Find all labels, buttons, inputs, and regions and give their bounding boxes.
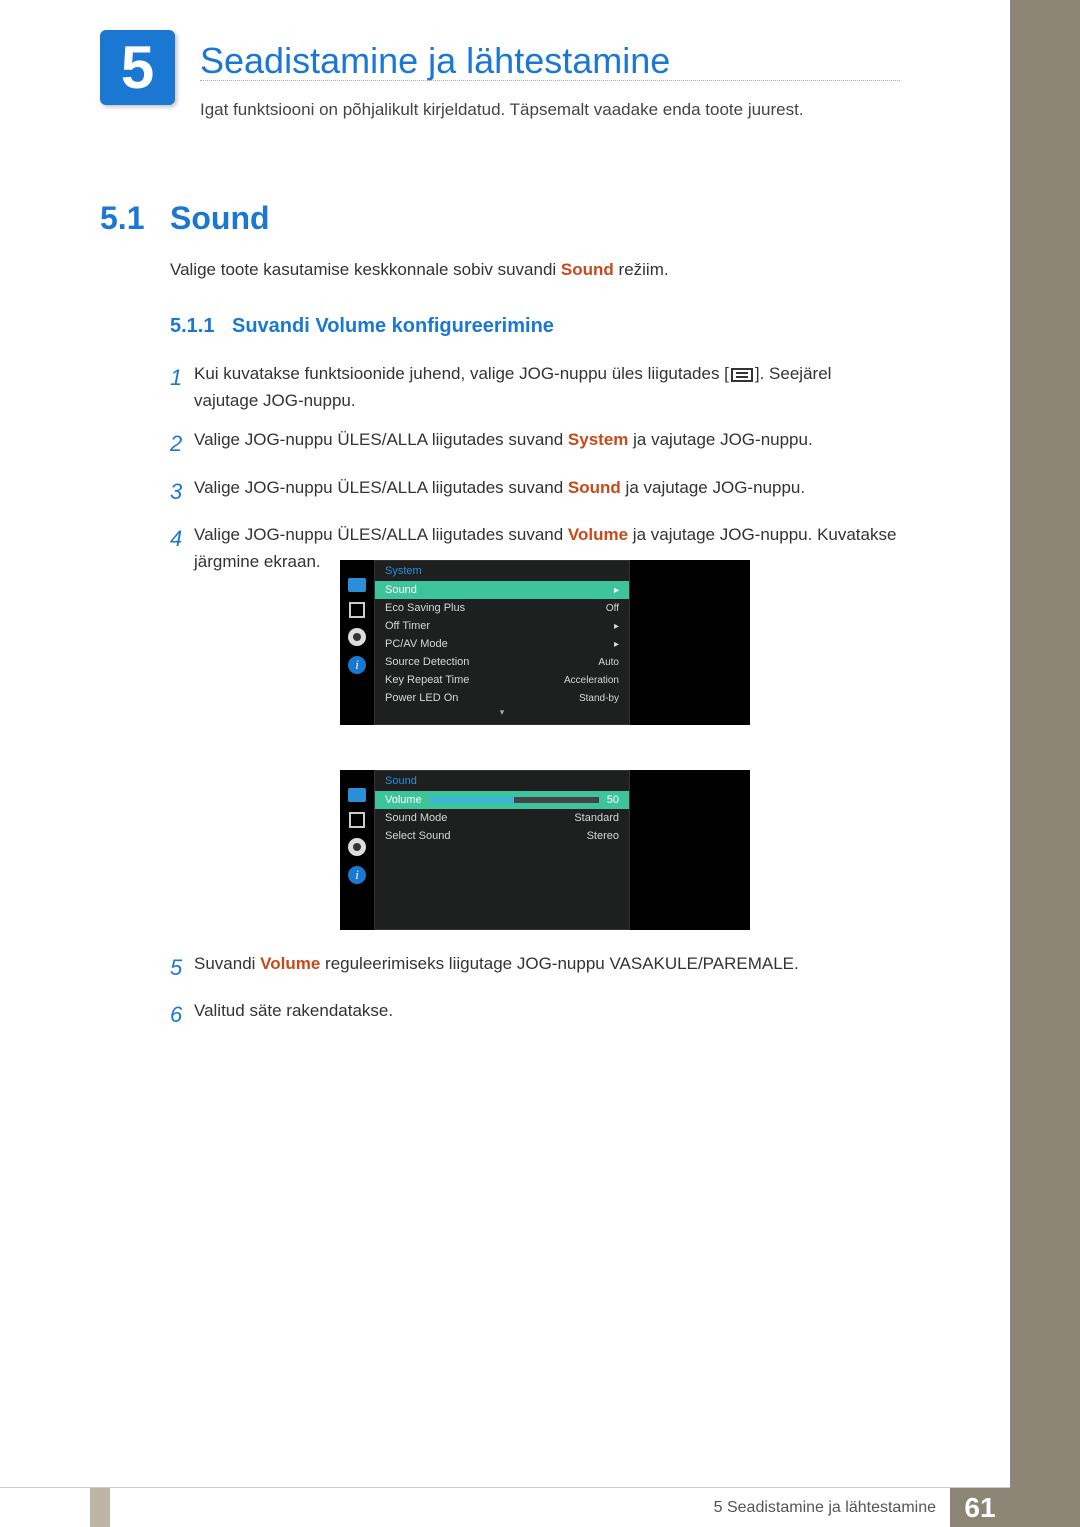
osd-preview-area (630, 560, 750, 725)
section-title: Sound (170, 200, 270, 237)
osd-row-label: Sound Mode (385, 812, 447, 824)
osd-row: Sound ▸ (375, 581, 629, 599)
osd-row: Source Detection Auto (375, 653, 629, 671)
monitor-icon (348, 578, 366, 592)
osd-row-label: Source Detection (385, 656, 469, 668)
gear-icon (348, 838, 366, 856)
step-text: Valitud säte rakendatakse. (194, 997, 900, 1024)
osd-sound-menu: i Sound Volume 50 Sound Mode Standard Sele… (340, 770, 750, 930)
page-number: 61 (950, 1488, 1010, 1527)
subsection-number: 5.1.1 (170, 315, 214, 338)
osd-row-value: Auto (598, 657, 619, 668)
volume-slider (430, 797, 599, 803)
step-text: Kui kuvatakse funktsioonide juhend, vali… (194, 360, 900, 414)
section-intro-post: režiim. (614, 260, 669, 279)
osd-row: PC/AV Mode ▸ (375, 635, 629, 653)
step-text-a: Kui kuvatakse funktsioonide juhend, vali… (194, 364, 729, 383)
step-text-b: ja vajutage JOG-nuppu. (628, 430, 812, 449)
step-text: Valige JOG-nuppu ÜLES/ALLA liigutades su… (194, 426, 900, 453)
osd-icon-column: i (340, 560, 374, 725)
info-icon: i (348, 866, 366, 884)
osd-row: Off Timer ▸ (375, 617, 629, 635)
step-number: 3 (170, 474, 194, 509)
step-1: 1 Kui kuvatakse funktsioonide juhend, va… (170, 360, 900, 414)
osd-row: Eco Saving Plus Off (375, 599, 629, 617)
side-stripe (1010, 0, 1080, 1527)
step-text-b: ja vajutage JOG-nuppu. (621, 478, 805, 497)
osd-row: Power LED On Stand-by (375, 689, 629, 707)
osd-row-value: Standard (574, 812, 619, 824)
step-2: 2 Valige JOG-nuppu ÜLES/ALLA liigutades … (170, 426, 900, 461)
steps-list: 1 Kui kuvatakse funktsioonide juhend, va… (170, 360, 900, 587)
menu-icon (731, 368, 753, 382)
osd-row-value: Off (606, 603, 619, 614)
page-footer: 5 Seadistamine ja lähtestamine 61 (0, 1487, 1010, 1527)
step-text-a: Valige JOG-nuppu ÜLES/ALLA liigutades su… (194, 478, 568, 497)
step-text-a: Valige JOG-nuppu ÜLES/ALLA liigutades su… (194, 525, 568, 544)
resize-icon (349, 602, 365, 618)
info-icon: i (348, 656, 366, 674)
chapter-number-badge: 5 (100, 30, 175, 105)
osd-header: Sound (375, 771, 629, 791)
step-keyword: Sound (568, 478, 621, 497)
osd-row-value: ▸ (614, 621, 619, 632)
osd-preview-area (630, 770, 750, 930)
osd-row-value: Acceleration (564, 675, 619, 686)
resize-icon (349, 812, 365, 828)
osd-row-label: Select Sound (385, 830, 450, 842)
step-text: Suvandi Volume reguleerimiseks liigutage… (194, 950, 900, 977)
osd-row: Key Repeat Time Acceleration (375, 671, 629, 689)
step-number: 5 (170, 950, 194, 985)
gear-icon (348, 628, 366, 646)
osd-row-value: 50 (607, 794, 619, 806)
osd-row-value: ▸ (614, 639, 619, 650)
volume-slider-fill (430, 797, 515, 803)
footer-text: 5 Seadistamine ja lähtestamine (700, 1488, 950, 1527)
step-text: Valige JOG-nuppu ÜLES/ALLA liigutades su… (194, 474, 900, 501)
osd-row-value: Stereo (587, 830, 619, 842)
chapter-title: Seadistamine ja lähtestamine (200, 40, 670, 82)
step-text-a: Valige JOG-nuppu ÜLES/ALLA liigutades su… (194, 430, 568, 449)
osd-row: Select Sound Stereo (375, 827, 629, 845)
osd-row-value: Stand-by (579, 693, 619, 704)
step-text-a: Suvandi (194, 954, 260, 973)
osd-system-menu: i System Sound ▸ Eco Saving Plus Off Off Tim… (340, 560, 750, 725)
osd-row-label: Power LED On (385, 692, 458, 704)
osd-row-label: Eco Saving Plus (385, 602, 465, 614)
step-number: 6 (170, 997, 194, 1032)
section-intro-keyword: Sound (561, 260, 614, 279)
section-intro: Valige toote kasutamise keskkonnale sobi… (170, 260, 669, 280)
section-intro-pre: Valige toote kasutamise keskkonnale sobi… (170, 260, 561, 279)
osd-panel: System Sound ▸ Eco Saving Plus Off Off Timer… (374, 560, 630, 725)
monitor-icon (348, 788, 366, 802)
osd-panel: Sound Volume 50 Sound Mode Standard Select… (374, 770, 630, 930)
step-number: 4 (170, 521, 194, 556)
osd-row-volume: Volume 50 (375, 791, 629, 809)
step-number: 1 (170, 360, 194, 395)
osd-scroll-indicator: ▾ (375, 707, 629, 720)
osd-row-label: Sound (385, 584, 417, 596)
chapter-rule (200, 80, 900, 81)
step-5: 5 Suvandi Volume reguleerimiseks liiguta… (170, 950, 900, 985)
osd-row: Sound Mode Standard (375, 809, 629, 827)
subsection-title: Suvandi Volume konfigureerimine (232, 315, 554, 338)
steps-list-lower: 5 Suvandi Volume reguleerimiseks liiguta… (170, 950, 900, 1044)
step-text-b: reguleerimiseks liigutage JOG-nuppu VASA… (320, 954, 798, 973)
osd-header: System (375, 561, 629, 581)
osd-row-label: Key Repeat Time (385, 674, 469, 686)
osd-row-label: Volume (385, 794, 422, 806)
osd-row-label: PC/AV Mode (385, 638, 448, 650)
osd-icon-column: i (340, 770, 374, 930)
step-keyword: Volume (260, 954, 320, 973)
step-number: 2 (170, 426, 194, 461)
step-3: 3 Valige JOG-nuppu ÜLES/ALLA liigutades … (170, 474, 900, 509)
osd-row-label: Off Timer (385, 620, 430, 632)
step-keyword: System (568, 430, 628, 449)
osd-row-value: ▸ (614, 585, 619, 596)
chapter-description: Igat funktsiooni on põhjalikult kirjelda… (200, 100, 804, 120)
section-number: 5.1 (100, 200, 144, 237)
step-6: 6 Valitud säte rakendatakse. (170, 997, 900, 1032)
step-keyword: Volume (568, 525, 628, 544)
